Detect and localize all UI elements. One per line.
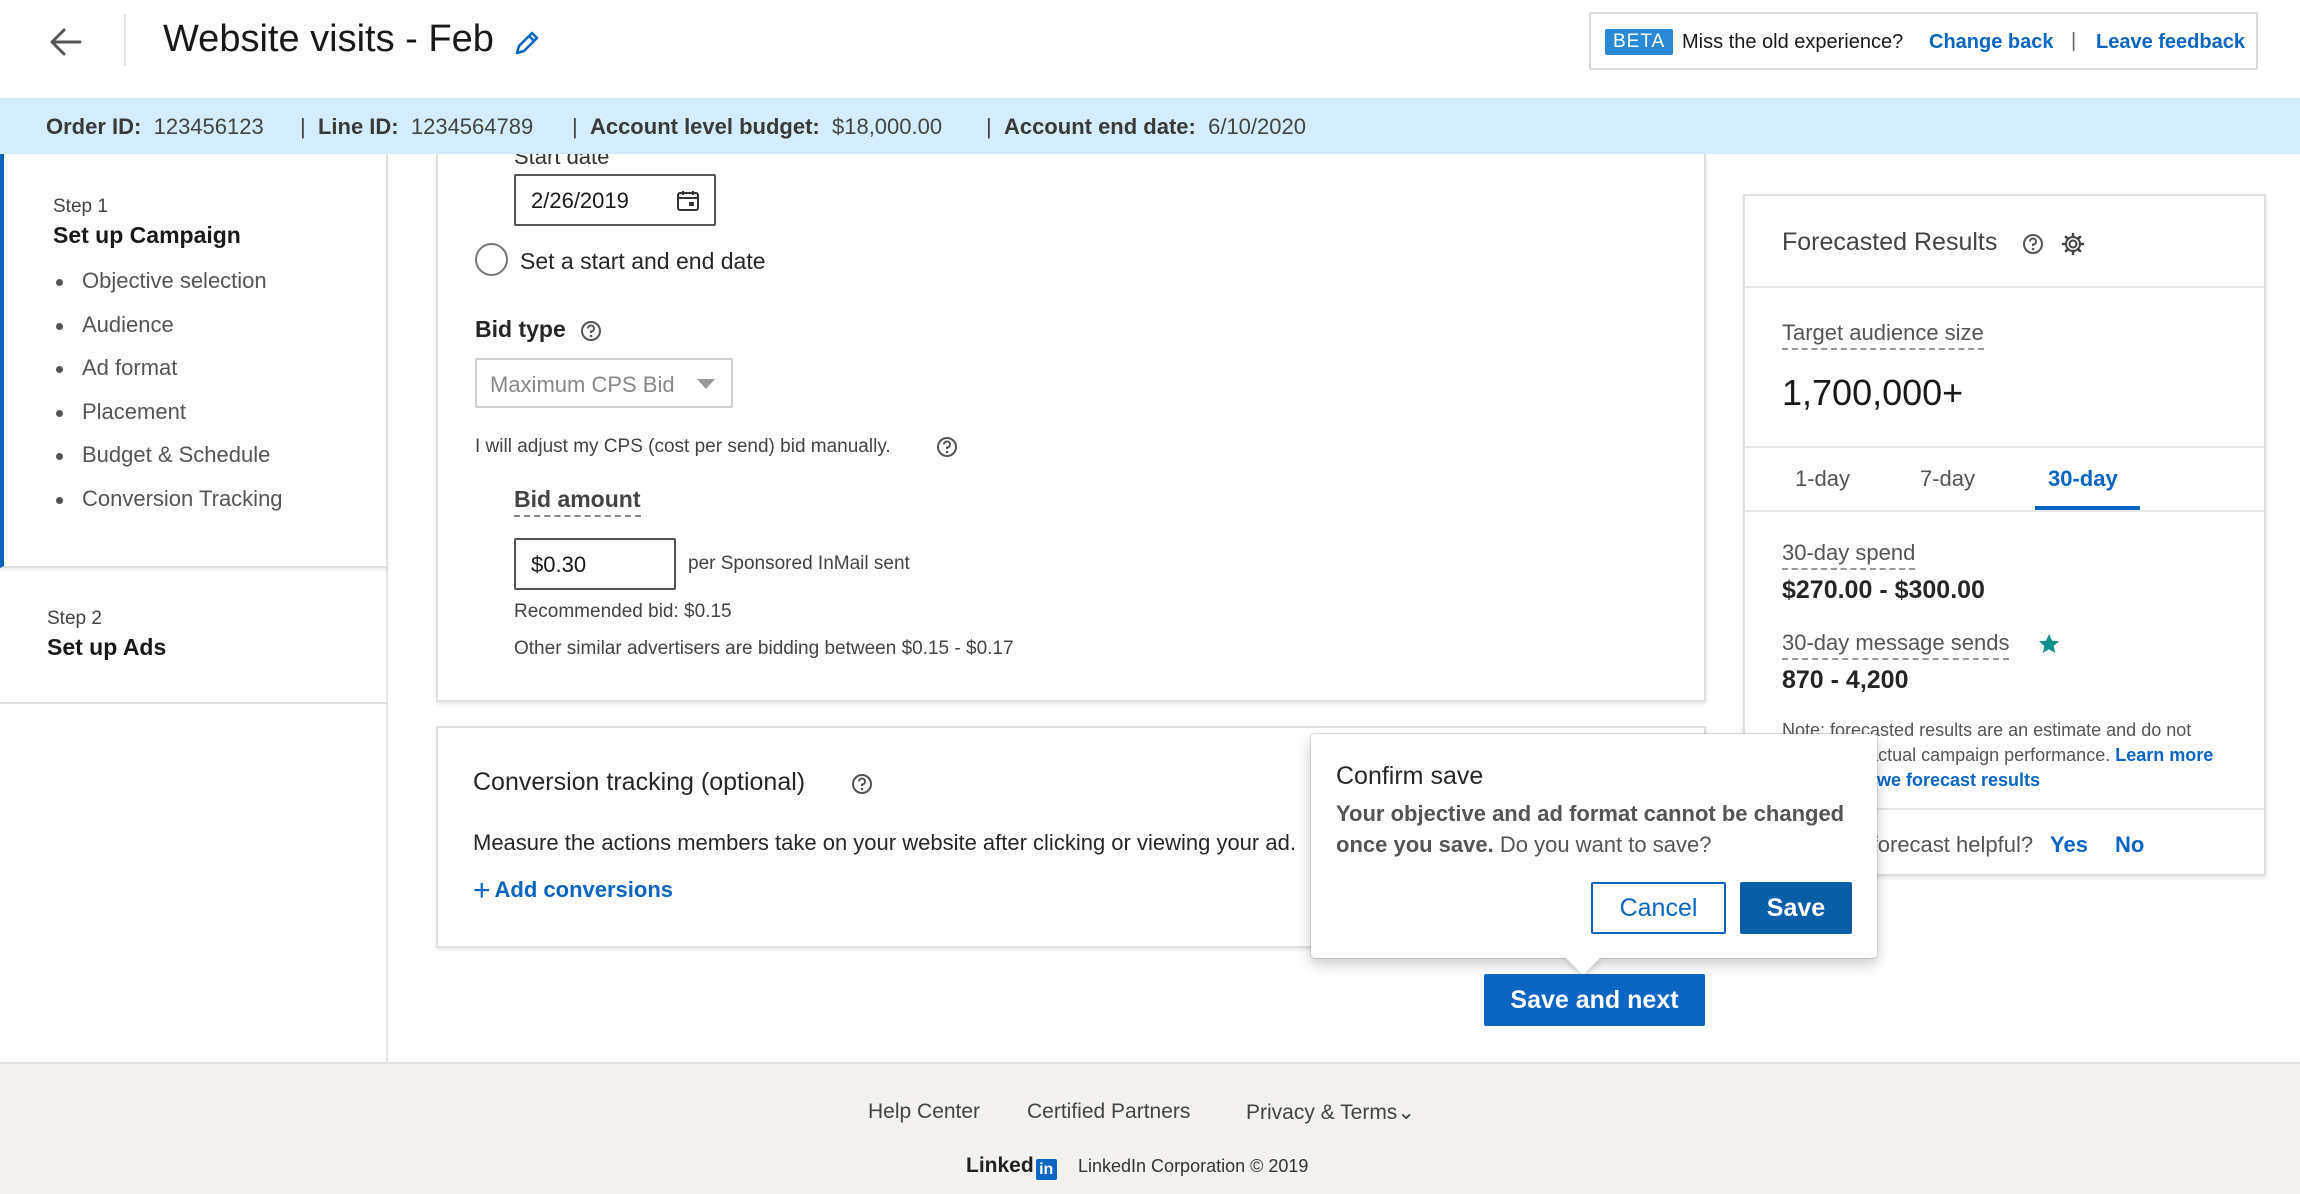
bid-amount-label: Bid amount [514, 486, 641, 517]
header-divider [124, 14, 126, 66]
star-icon [2037, 632, 2061, 656]
message-sends-label: 30-day message sends [1782, 630, 2010, 660]
forecast-title: Forecasted Results [1782, 228, 1998, 256]
privacy-terms-label: Privacy & Terms [1246, 1101, 1398, 1124]
pencil-icon[interactable] [512, 28, 542, 58]
start-date-label: Start date [514, 154, 610, 169]
sidebar-item-objective[interactable]: Objective selection [56, 268, 283, 312]
page-footer: Help Center Certified Partners Privacy &… [0, 1062, 2300, 1194]
question-circle-icon[interactable] [936, 436, 958, 458]
page-title: Website visits - Feb [163, 18, 494, 60]
sidebar-item-conversion-tracking[interactable]: Conversion Tracking [56, 486, 283, 530]
logo-in-box: in [1035, 1159, 1057, 1180]
popover-message-rest: Do you want to save? [1493, 832, 1712, 857]
similar-bids: Other similar advertisers are bidding be… [514, 638, 1014, 659]
tab-7-day[interactable]: 7-day [1920, 466, 1975, 492]
back-arrow-icon[interactable] [44, 20, 88, 64]
calendar-icon[interactable] [676, 189, 700, 213]
question-circle-icon[interactable] [580, 320, 602, 342]
steps-sidebar: Step 1 Set up Campaign Objective selecti… [0, 154, 388, 1062]
save-and-next-button[interactable]: Save and next [1484, 974, 1705, 1026]
start-end-date-radio[interactable] [475, 243, 508, 276]
account-budget: | Account level budget: $18,000.00 [572, 114, 943, 139]
step-2-panel[interactable]: Step 2 Set up Ads [0, 568, 388, 704]
tab-1-day[interactable]: 1-day [1795, 466, 1850, 492]
add-conversions-button[interactable]: + Add conversions [473, 874, 673, 908]
privacy-terms-link[interactable]: Privacy & Terms⌄ [1246, 1100, 1415, 1125]
line-id: | Line ID: 1234564789 [300, 114, 534, 139]
save-button[interactable]: Save [1740, 882, 1852, 934]
target-audience-label: Target audience size [1782, 320, 1984, 350]
step-2-label: Step 2 [47, 608, 102, 629]
page-header: Website visits - Feb BETA Miss the old e… [0, 0, 2300, 98]
target-audience-value: 1,700,000+ [1782, 372, 1964, 413]
start-date-input[interactable]: 2/26/2019 [514, 174, 716, 226]
conversion-description: Measure the actions members take on your… [473, 830, 1296, 855]
beta-badge: BETA [1605, 29, 1674, 55]
spend-label: 30-day spend [1782, 540, 1916, 570]
linkedin-logo: Linked in [966, 1154, 1057, 1180]
spend-value: $270.00 - $300.00 [1782, 576, 1985, 604]
start-date-value: 2/26/2019 [531, 188, 629, 213]
beta-separator: | [2071, 30, 2077, 52]
popover-title: Confirm save [1336, 762, 1484, 790]
forecast-divider [1745, 286, 2264, 288]
gear-icon[interactable] [2061, 232, 2085, 256]
step-1-substeps: Objective selection Audience Ad format P… [56, 268, 283, 530]
certified-partners-link[interactable]: Certified Partners [1027, 1100, 1190, 1124]
step-2-title: Set up Ads [47, 634, 167, 660]
recommended-bid: Recommended bid: $0.15 [514, 601, 732, 622]
forecast-divider [1745, 446, 2264, 448]
step-1-panel[interactable]: Step 1 Set up Campaign Objective selecti… [0, 154, 388, 568]
conversion-title: Conversion tracking (optional) [473, 768, 806, 796]
sidebar-item-placement[interactable]: Placement [56, 399, 283, 443]
confirm-save-popover: Confirm save Your objective and ad forma… [1311, 734, 1877, 975]
bid-amount-input[interactable]: $0.30 [514, 538, 676, 590]
popover-arrow [1566, 941, 1600, 975]
logo-wordmark: Linked [966, 1154, 1034, 1177]
add-conversions-label: Add conversions [494, 877, 674, 902]
budget-schedule-card: Start date 2/26/2019 Set a start and end… [436, 154, 1706, 702]
cancel-button[interactable]: Cancel [1591, 882, 1726, 934]
plus-icon: + [473, 874, 491, 907]
account-end-date: | Account end date: 6/10/2020 [986, 114, 1306, 139]
step-1-title: Set up Campaign [53, 222, 241, 248]
forecast-helpful-yes[interactable]: Yes [2050, 832, 2088, 858]
forecast-divider [1745, 510, 2264, 512]
question-circle-icon[interactable] [851, 773, 873, 795]
popover-message: Your objective and ad format cannot be c… [1336, 798, 1856, 860]
chevron-down-icon: ⌄ [1397, 1101, 1415, 1124]
forecast-helpful-no[interactable]: No [2115, 832, 2144, 858]
tab-30-day[interactable]: 30-day [2048, 466, 2118, 492]
step-1-label: Step 1 [53, 196, 108, 217]
help-center-link[interactable]: Help Center [868, 1100, 980, 1124]
sidebar-item-ad-format[interactable]: Ad format [56, 355, 283, 399]
change-back-link[interactable]: Change back [1929, 31, 2053, 54]
bid-type-value: Maximum CPS Bid [490, 372, 675, 397]
bid-amount-value: $0.30 [531, 552, 587, 577]
chevron-down-icon [697, 379, 715, 389]
bid-unit-label: per Sponsored InMail sent [688, 553, 910, 574]
question-circle-icon[interactable] [2022, 233, 2044, 255]
account-info-bar: Order ID: 123456123 | Line ID: 123456478… [0, 98, 2300, 154]
order-id: Order ID: 123456123 [46, 114, 264, 139]
leave-feedback-link[interactable]: Leave feedback [2096, 31, 2245, 54]
start-end-date-label: Set a start and end date [520, 248, 766, 274]
bid-type-select[interactable]: Maximum CPS Bid [475, 358, 733, 408]
bid-hint: I will adjust my CPS (cost per send) bid… [475, 436, 891, 457]
copyright: LinkedIn Corporation © 2019 [1078, 1156, 1309, 1176]
sidebar-item-audience[interactable]: Audience [56, 312, 283, 356]
beta-banner: BETA Miss the old experience? Change bac… [1589, 12, 2258, 70]
message-sends-value: 870 - 4,200 [1782, 666, 1909, 694]
sidebar-item-budget-schedule[interactable]: Budget & Schedule [56, 442, 283, 486]
beta-message: Miss the old experience? [1682, 31, 1904, 53]
bid-type-label: Bid type [475, 316, 566, 342]
